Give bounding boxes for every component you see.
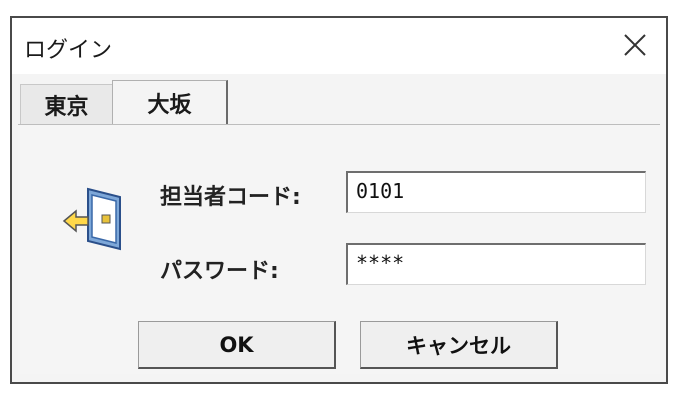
- login-panel: 担当者コード: 0101 パスワード: **** OK キャンセル: [18, 124, 660, 374]
- location-tabs: 東京 大坂: [12, 78, 666, 124]
- cancel-button[interactable]: キャンセル: [360, 321, 558, 369]
- title-bar: ログイン: [12, 18, 666, 74]
- close-icon: [624, 34, 646, 56]
- tab-osaka[interactable]: 大坂: [112, 80, 228, 124]
- login-door-icon: [62, 187, 121, 251]
- password-label: パスワード:: [160, 259, 279, 284]
- login-dialog: ログイン 東京 大坂 担当者コード: 0101 パスワード: **** OK キ…: [10, 16, 668, 384]
- code-input[interactable]: 0101: [346, 171, 646, 213]
- ok-button[interactable]: OK: [138, 321, 336, 369]
- code-label: 担当者コード:: [160, 185, 301, 210]
- password-input[interactable]: ****: [346, 243, 646, 285]
- tab-tokyo[interactable]: 東京: [20, 84, 112, 124]
- window-title: ログイン: [24, 38, 113, 63]
- close-button[interactable]: [618, 28, 652, 62]
